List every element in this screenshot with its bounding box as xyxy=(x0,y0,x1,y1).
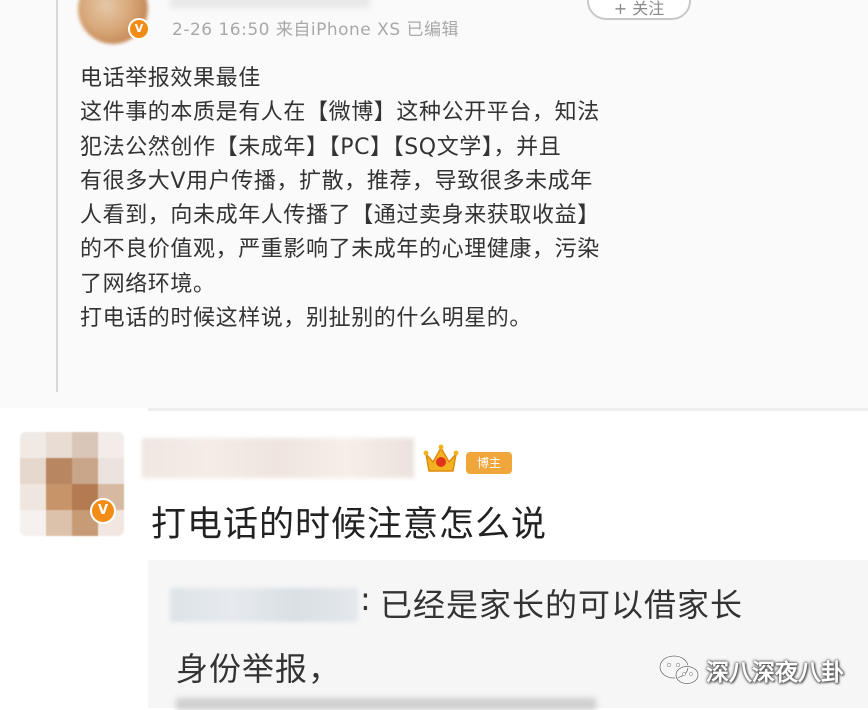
post-line: 的不良价值观，严重影响了未成年的心理健康，污染 xyxy=(80,237,600,263)
verified-v-icon: V xyxy=(90,498,116,524)
post-line: 犯法公然创作【未成年】【PC】【SQ文学】，并且 xyxy=(80,134,562,160)
post-line: 人看到，向未成年人传播了【通过卖身来获取收益】 xyxy=(80,203,600,229)
post-line: 打电话的时候这样说，别扯别的什么明星的。 xyxy=(80,306,533,332)
wechat-icon xyxy=(658,654,700,685)
comment-text: 打电话的时候注意怎么说 xyxy=(151,505,548,545)
reply-author-redacted xyxy=(170,588,358,622)
post-meta: 2-26 16:50 来自iPhone XS 已编辑 xyxy=(172,20,460,40)
post-body: 电话举报效果最佳 这件事的本质是有人在【微博】这种公开平台，知法 犯法公然创作【… xyxy=(80,62,700,336)
post-line: 这件事的本质是有人在【微博】这种公开平台，知法 xyxy=(80,100,600,126)
commenter-name-redacted xyxy=(142,438,414,478)
follow-button[interactable]: + 关注 xyxy=(587,0,691,20)
wechat-watermark: 深八深夜八卦 xyxy=(658,650,844,690)
card-left-border xyxy=(56,0,58,392)
verified-v-icon: V xyxy=(128,18,150,40)
reply-text-line: 身份举报， xyxy=(176,650,342,688)
crown-icon xyxy=(423,444,459,472)
post-line: 电话举报效果最佳 xyxy=(80,66,261,91)
reply-text-line: 已经是家长的可以借家长 xyxy=(380,586,744,624)
reply-text-cutoff xyxy=(176,698,596,710)
reply-colon: : xyxy=(360,580,371,618)
post-line: 有很多大V用户传播，扩散，推荐，导致很多未成年 xyxy=(80,168,593,194)
post-line: 了网络环境。 xyxy=(80,271,216,297)
watermark-text: 深八深夜八卦 xyxy=(706,660,844,686)
original-post-card: V 2-26 16:50 来自iPhone XS 已编辑 + 关注 电话举报效果… xyxy=(0,0,868,408)
card-divider xyxy=(148,408,868,411)
blogger-badge: 博主 xyxy=(466,452,512,474)
author-name-redacted xyxy=(170,0,370,8)
